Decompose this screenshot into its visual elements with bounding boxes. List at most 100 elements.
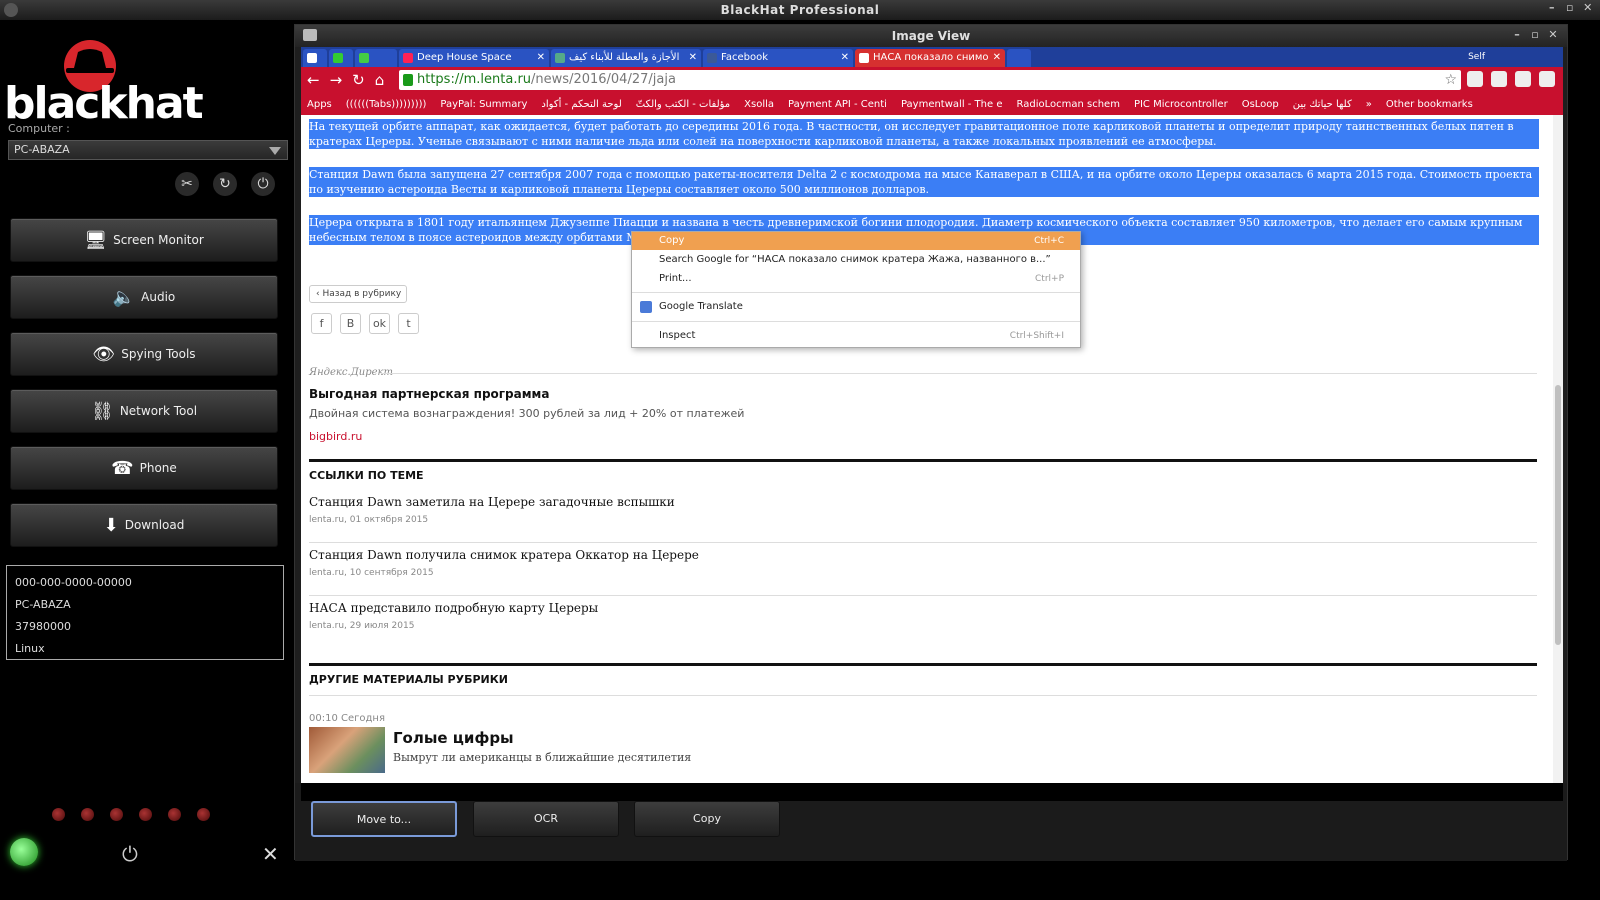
menu-item-search-google[interactable]: Search Google for “НАСА показало снимок …: [632, 251, 1080, 269]
image-view-titlebar: Image View – ▫ ✕: [295, 25, 1567, 47]
info-number: 37980000: [15, 620, 71, 633]
url-host: m.lenta.ru: [463, 72, 532, 87]
bookmark-item[interactable]: Paymentwall - The e: [901, 99, 1003, 110]
ad-link[interactable]: bigbird.ru: [309, 430, 362, 443]
tab-facebook[interactable]: Facebook ✕: [703, 49, 853, 67]
computer-select[interactable]: PC-ABAZA: [8, 140, 288, 160]
section-divider: [309, 459, 1537, 462]
close-icon[interactable]: ✕: [537, 49, 545, 67]
copy-button[interactable]: Copy: [634, 801, 780, 837]
network-icon: ⛓: [90, 400, 114, 422]
related-item[interactable]: Станция Dawn получила снимок кратера Окк…: [309, 544, 1537, 596]
connection-status-led: [10, 838, 38, 866]
spying-tools-button[interactable]: 👁 Spying Tools: [10, 332, 278, 376]
bookmark-item[interactable]: Payment API - Centi: [788, 99, 887, 110]
other-item-headline[interactable]: Голые цифры: [393, 729, 514, 747]
menu-item-inspect[interactable]: Inspect Ctrl+Shift+I: [632, 327, 1080, 345]
back-icon[interactable]: ←: [307, 71, 320, 89]
image-view-title: Image View: [891, 29, 971, 43]
related-item[interactable]: Станция Dawn заметила на Церере загадочн…: [309, 491, 1537, 543]
bookmark-item[interactable]: ((((((Tabs))))))))): [346, 99, 427, 110]
tab-lenta-active[interactable]: НАСА показало снимо ✕: [855, 49, 1005, 67]
address-bar[interactable]: https://m.lenta.ru/news/2016/04/27/jaja …: [399, 70, 1461, 90]
bookmark-item[interactable]: Xsolla: [744, 99, 774, 110]
lock-icon: [403, 74, 413, 86]
maximize-icon[interactable]: ▫: [1564, 2, 1576, 14]
pinned-tab[interactable]: [355, 49, 397, 67]
bookmark-item[interactable]: PayPal: Summary: [440, 99, 527, 110]
home-icon[interactable]: ⌂: [375, 71, 385, 89]
settings-tools-icon[interactable]: ✕: [262, 842, 279, 866]
scrollbar-thumb[interactable]: [1555, 385, 1561, 645]
browser-screenshot: Deep House Space ✕ الأجازة والعطلة للأبن…: [301, 47, 1563, 783]
activity-leds: [52, 808, 210, 821]
menu-item-copy[interactable]: Copy Ctrl+C: [632, 232, 1080, 250]
tab-arabic[interactable]: الأجازة والعطلة للأبناء كيف ✕: [551, 49, 701, 67]
led-indicator: [110, 808, 123, 821]
article-thumbnail[interactable]: [309, 727, 385, 773]
menu-separator: [632, 321, 1080, 322]
ad-description: Двойная система вознаграждения! 300 рубл…: [309, 407, 745, 420]
odnoklassniki-icon[interactable]: ok: [369, 313, 390, 334]
bookmark-item[interactable]: RadioLocman schem: [1017, 99, 1120, 110]
footer-strip: [301, 783, 1563, 801]
menu-item-label: Print...: [659, 273, 692, 284]
phone-button[interactable]: ☎ Phone: [10, 446, 278, 490]
star-icon[interactable]: ☆: [1444, 70, 1457, 90]
minimize-icon[interactable]: –: [1511, 29, 1523, 41]
led-indicator: [197, 808, 210, 821]
bookmark-item[interactable]: مؤلفات - الكتب والكتّ: [636, 99, 730, 110]
bookmark-item[interactable]: كلها حياتك بين: [1293, 99, 1352, 110]
pinned-tab[interactable]: [303, 49, 327, 67]
back-to-section-button[interactable]: ‹ Назад в рубрику: [309, 285, 407, 303]
screen-monitor-button[interactable]: 🖥 Screen Monitor: [10, 218, 278, 262]
related-section-title: ССЫЛКИ ПО ТЕМЕ: [309, 469, 424, 482]
close-icon[interactable]: ✕: [993, 49, 1001, 67]
profile-label[interactable]: Self: [1468, 49, 1485, 65]
download-button[interactable]: ⬇ Download: [10, 503, 278, 547]
power-icon[interactable]: ⏻: [122, 842, 138, 866]
tab-deep-house[interactable]: Deep House Space ✕: [399, 49, 549, 67]
vk-icon[interactable]: B: [340, 313, 361, 334]
camera-icon: [303, 29, 317, 41]
move-to-button[interactable]: Move to...: [311, 801, 457, 837]
forward-icon[interactable]: →: [330, 71, 343, 89]
close-icon[interactable]: ✕: [689, 49, 697, 67]
facebook-icon: [707, 53, 717, 63]
extension-icon[interactable]: [1467, 71, 1483, 87]
related-item[interactable]: НАСА представило подробную карту Цереры …: [309, 597, 1537, 649]
facebook-icon[interactable]: f: [311, 313, 332, 334]
twitter-icon[interactable]: t: [398, 313, 419, 334]
close-icon[interactable]: ✕: [1582, 2, 1594, 14]
page-scrollbar[interactable]: [1553, 115, 1563, 783]
disconnect-icon[interactable]: ✂: [175, 172, 199, 196]
ocr-button[interactable]: OCR: [473, 801, 619, 837]
reload-icon[interactable]: ↻: [352, 71, 365, 89]
ad-title[interactable]: Выгодная партнерская программа: [309, 387, 549, 401]
pinned-tab[interactable]: [329, 49, 353, 67]
close-icon[interactable]: ✕: [1547, 29, 1559, 41]
refresh-icon[interactable]: ↻: [213, 172, 237, 196]
menu-item-print[interactable]: Print... Ctrl+P: [632, 270, 1080, 288]
network-tool-button[interactable]: ⛓ Network Tool: [10, 389, 278, 433]
other-bookmarks[interactable]: Other bookmarks: [1386, 99, 1473, 110]
bookmark-item[interactable]: PIC Microcontroller: [1134, 99, 1228, 110]
minimize-icon[interactable]: –: [1546, 2, 1558, 14]
bookmark-item[interactable]: Apps: [307, 99, 332, 110]
bookmark-item[interactable]: OsLoop: [1242, 99, 1279, 110]
selected-paragraph-2: Станция Dawn была запущена 27 сентября 2…: [309, 167, 1539, 197]
menu-icon[interactable]: [1539, 71, 1555, 87]
app-icon: [333, 53, 343, 63]
audio-button[interactable]: 🔈 Audio: [10, 275, 278, 319]
extension-icon[interactable]: [1515, 71, 1531, 87]
shutdown-icon[interactable]: ⏻: [251, 172, 275, 196]
tab-label: Facebook: [721, 52, 768, 63]
other-item-time: 00:10 Сегодня: [309, 713, 385, 724]
maximize-icon[interactable]: ▫: [1529, 29, 1541, 41]
new-tab-button[interactable]: [1007, 49, 1031, 67]
bookmarks-overflow[interactable]: »: [1366, 99, 1372, 110]
bookmark-item[interactable]: لوحة التحكم - أكواد: [541, 99, 621, 110]
extension-icon[interactable]: [1491, 71, 1507, 87]
close-icon[interactable]: ✕: [841, 49, 849, 67]
menu-item-google-translate[interactable]: Google Translate: [632, 298, 1080, 316]
